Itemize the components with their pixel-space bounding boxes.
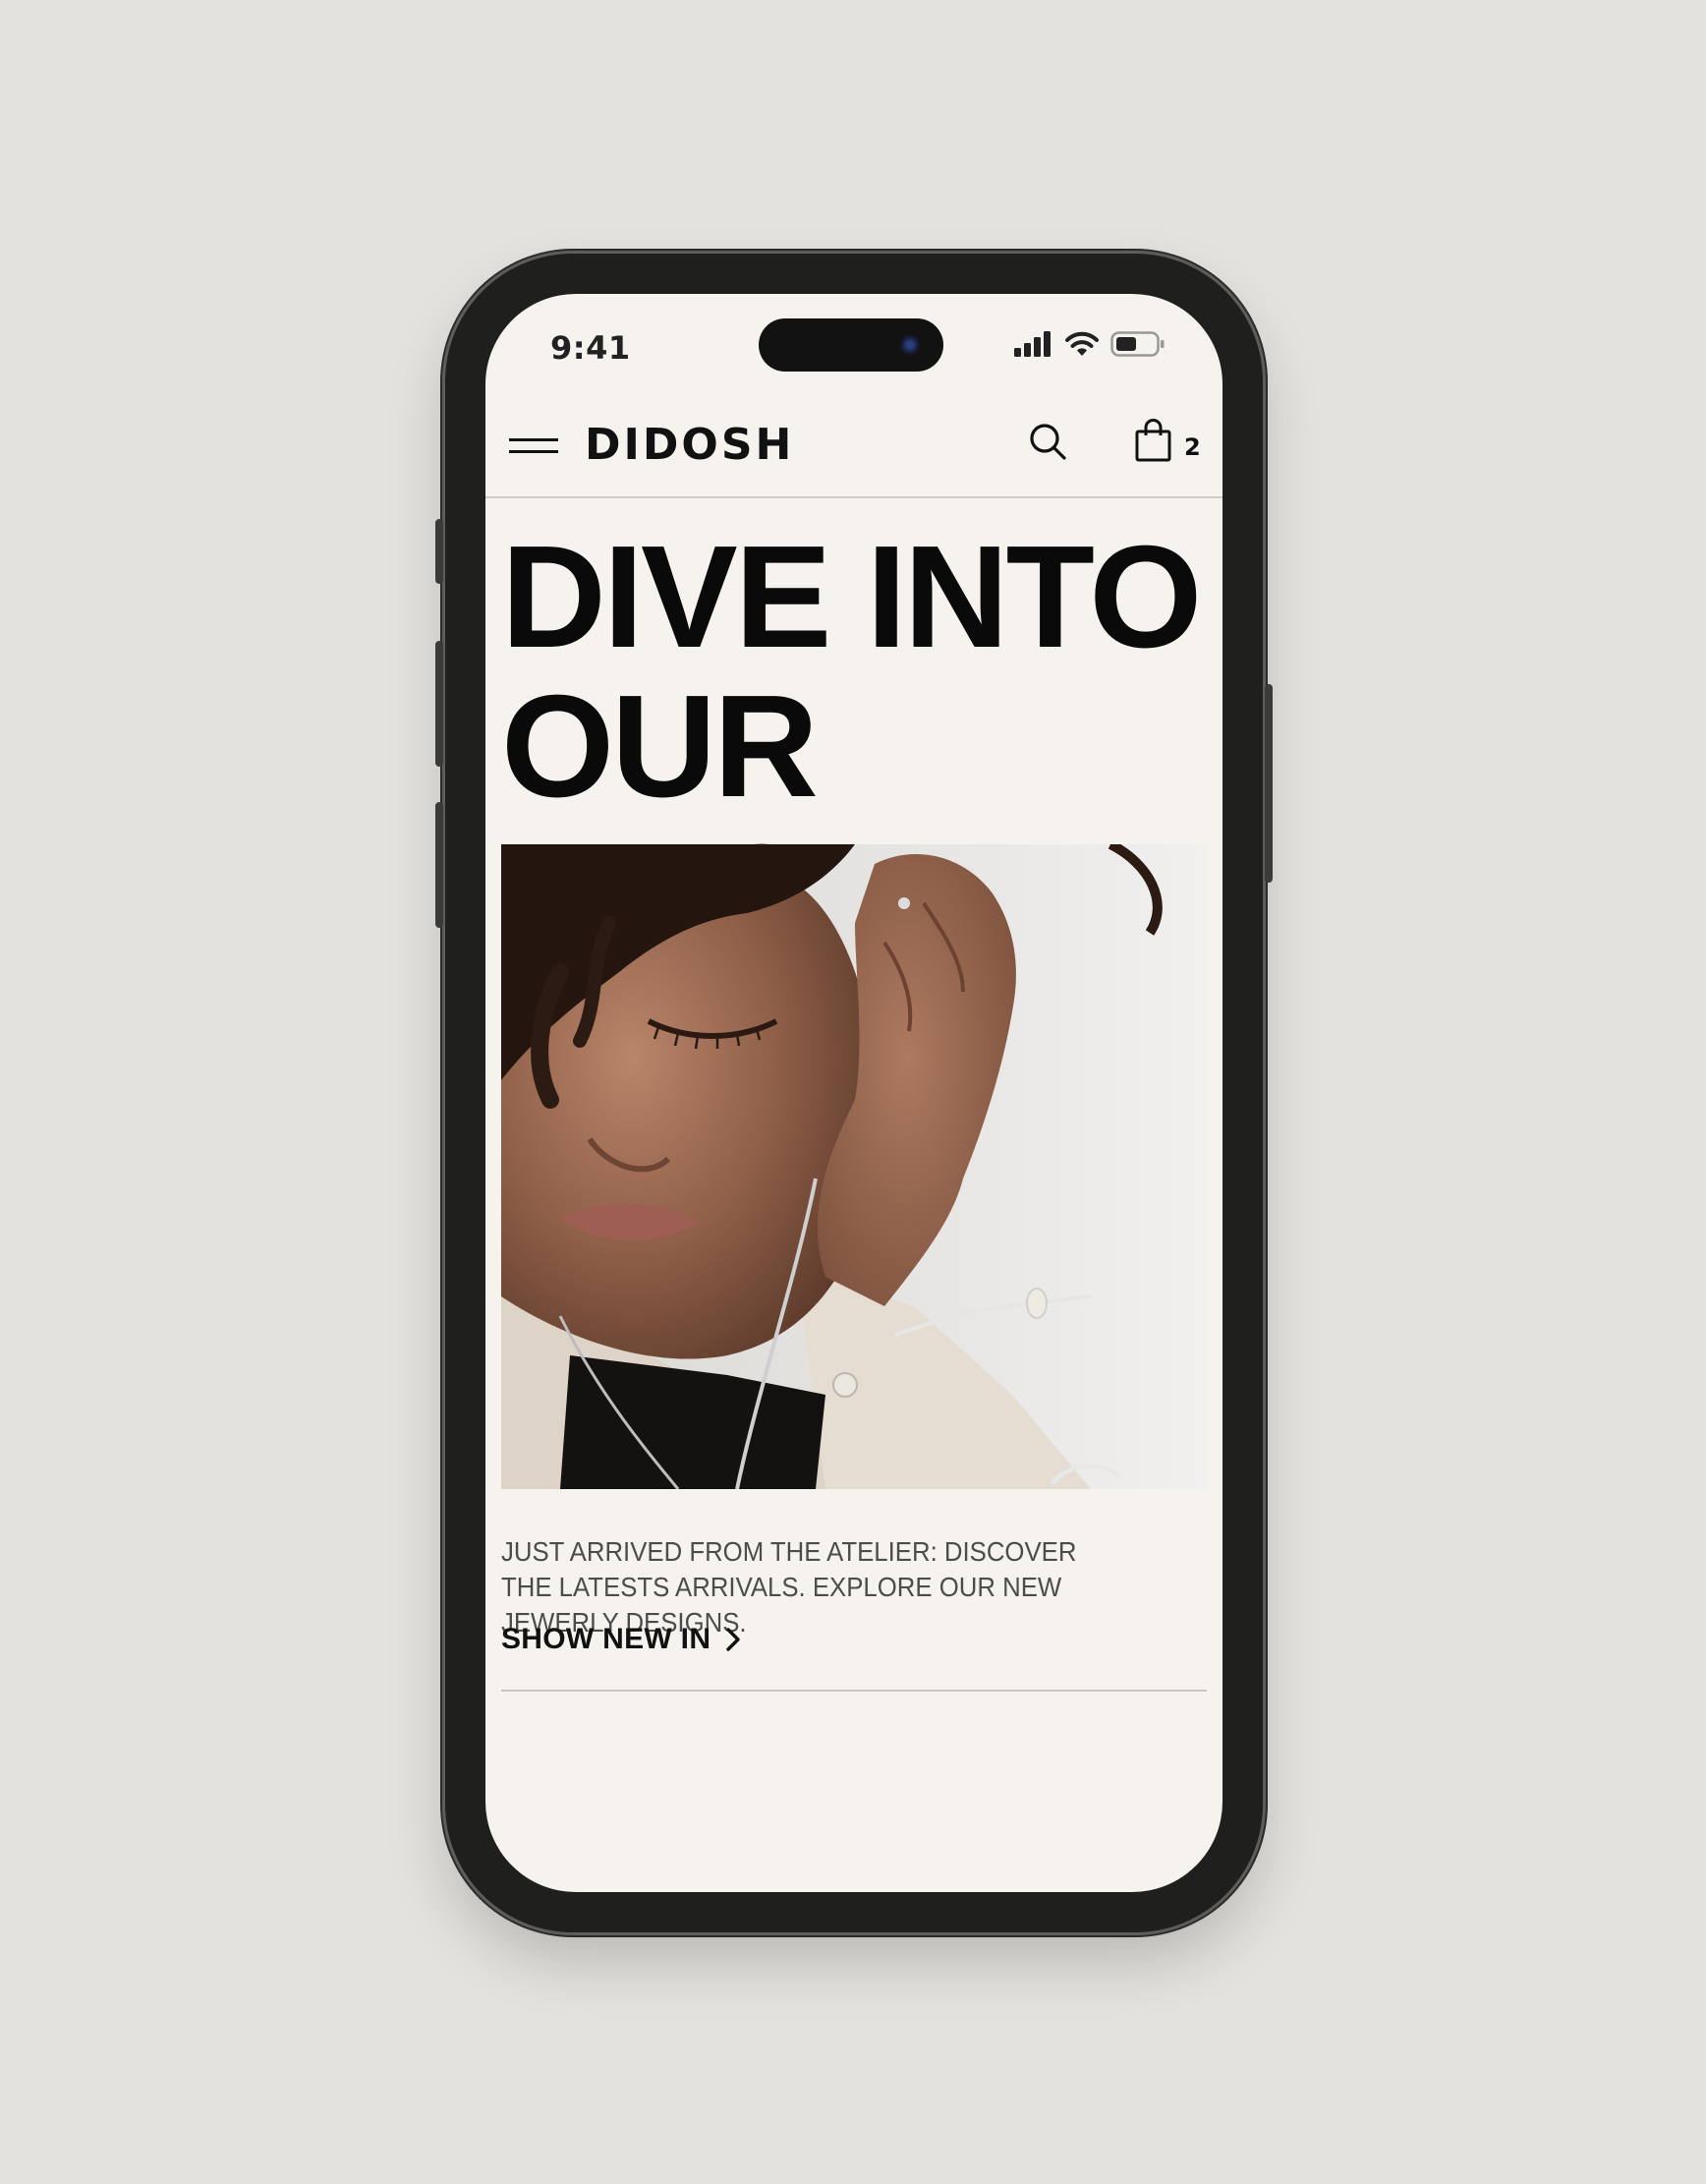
hamburger-menu-icon[interactable] [509, 438, 558, 454]
dynamic-island [759, 318, 943, 372]
cta-divider [501, 1690, 1207, 1692]
shopping-bag-icon[interactable] [1134, 418, 1173, 463]
status-icons [1014, 330, 1166, 358]
show-new-in-link[interactable]: SHOW NEW IN [501, 1623, 742, 1656]
chevron-right-icon [726, 1628, 740, 1651]
top-navigation-bar: DIDOSH 2 [485, 394, 1223, 498]
status-time: 9:41 [550, 329, 631, 367]
show-new-in-label: SHOW NEW IN [501, 1623, 711, 1655]
action-button [435, 519, 443, 584]
hero-headline-line1: DIVE INTO [501, 516, 1202, 678]
signal-icon [1014, 331, 1051, 357]
brand-logo[interactable]: DIDOSH [585, 416, 794, 475]
phone-screen: 9:41 DIDOSH 2 DIVE INTO OUR JUST ARRIVED… [485, 294, 1223, 1892]
power-button [1265, 684, 1273, 883]
hero-image[interactable] [501, 844, 1207, 1489]
wifi-icon [1065, 331, 1099, 356]
volume-down-button [435, 802, 443, 928]
jewelry-model-photo [501, 844, 1207, 1489]
volume-up-button [435, 641, 443, 767]
search-icon[interactable] [1028, 422, 1069, 463]
phone-device-frame: 9:41 DIDOSH 2 DIVE INTO OUR JUST ARRIVED… [435, 254, 1273, 1932]
front-camera-icon [900, 335, 920, 355]
cart-count-badge: 2 [1184, 433, 1201, 461]
battery-icon [1110, 331, 1165, 357]
